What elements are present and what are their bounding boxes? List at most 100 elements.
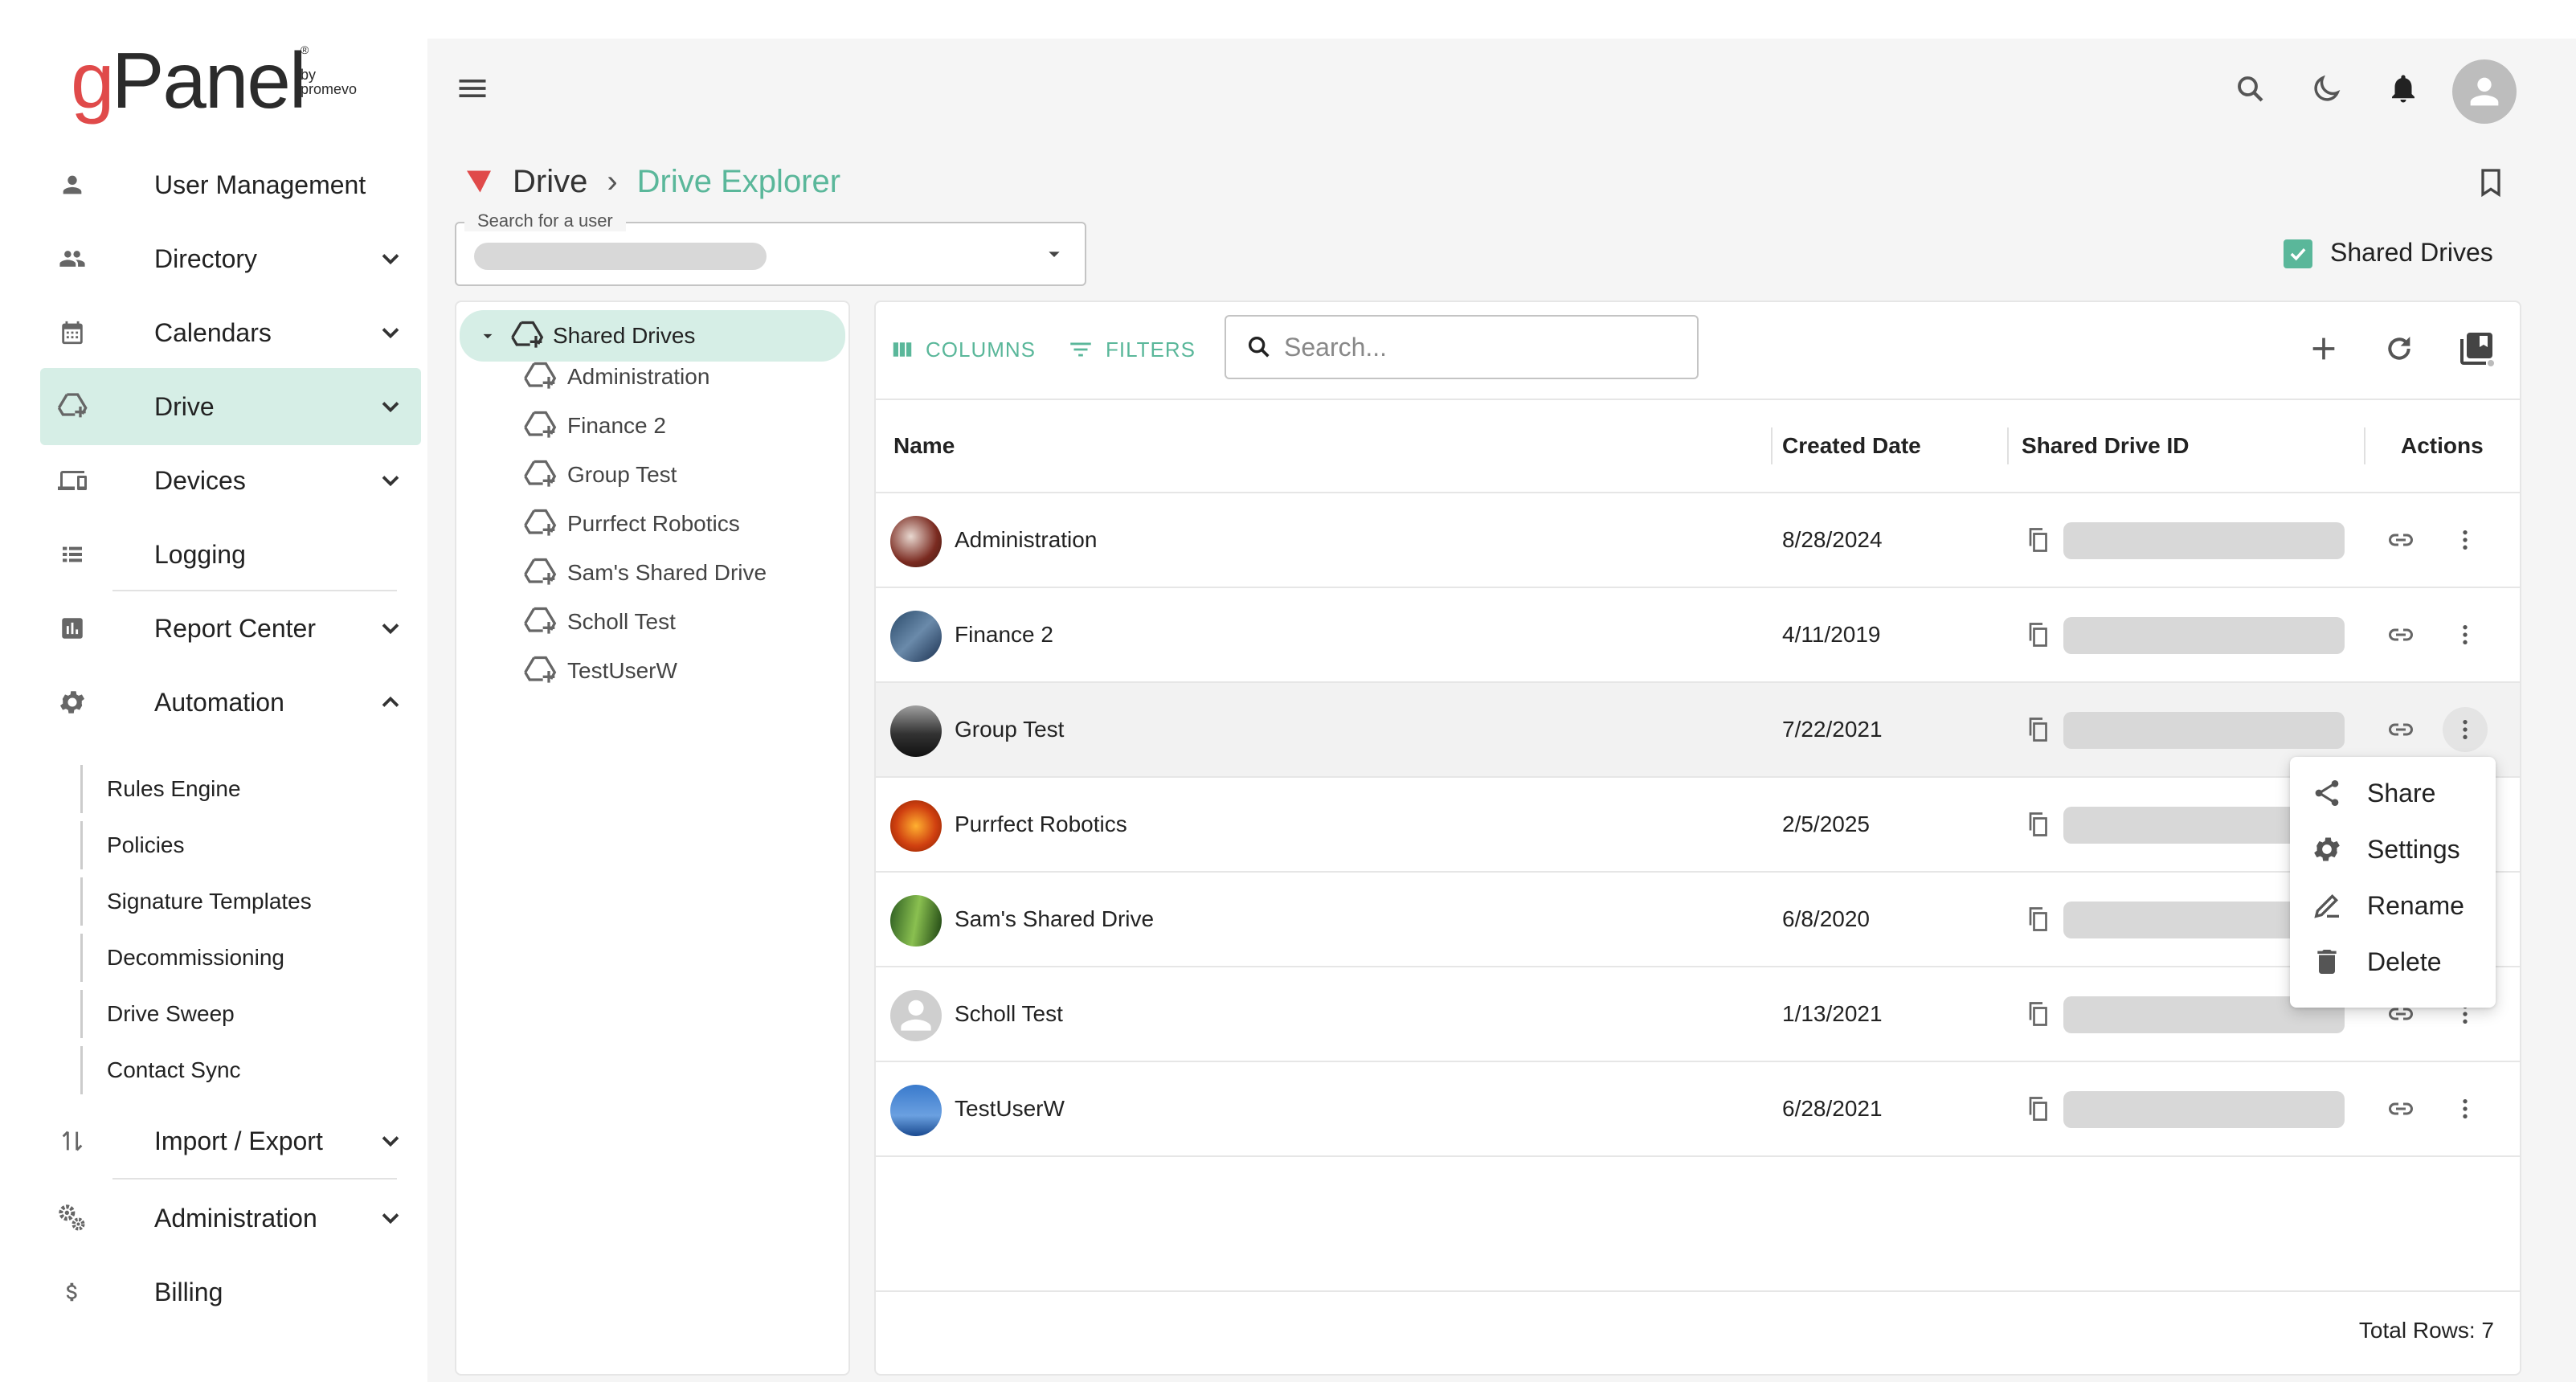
drive-avatar [890,895,942,947]
chevron-down-icon [382,254,399,265]
table-row[interactable]: Group Test 7/22/2021 [876,683,2520,778]
sidebar-item-user-management[interactable]: User Management [40,146,421,223]
column-separator [1771,427,1773,464]
row-name: Administration [955,527,1098,552]
table-row[interactable]: Finance 2 4/11/2019 [876,588,2520,683]
tree-item[interactable]: Sam's Shared Drive [522,553,767,593]
link-icon[interactable] [2386,715,2415,744]
chevron-down-icon [382,402,399,413]
table-row[interactable]: Purrfect Robotics 2/5/2025 [876,778,2520,873]
list-icon [56,538,88,570]
logo-registered: ® [301,43,309,56]
menu-item-settings[interactable]: Settings [2290,821,2496,877]
menu-item-share[interactable]: Share [2290,765,2496,821]
share-icon [2315,780,2339,806]
subitem-label: Rules Engine [107,776,241,801]
library-icon[interactable] [2457,329,2496,368]
copy-icon[interactable] [2023,525,2052,554]
sidebar-item-label: User Management [154,170,366,199]
subitem-label: Decommissioning [107,945,284,970]
link-icon[interactable] [2386,1094,2415,1123]
gpanel-logo[interactable]: g Panel ® by promevo [35,21,389,125]
column-header-name[interactable]: Name [893,400,955,492]
dropdown-arrow-icon[interactable] [1041,241,1067,267]
filter-icon [1070,342,1091,357]
refresh-icon[interactable] [2383,333,2415,365]
sidebar-item-devices[interactable]: Devices [40,442,421,519]
dark-mode-icon[interactable] [2309,72,2343,106]
shared-drives-checkbox[interactable] [2284,239,2312,268]
shared-drives-label: Shared Drives [2330,238,2493,267]
more-actions-button[interactable] [2443,517,2488,562]
more-vert-icon [2463,530,2468,550]
columns-icon [893,342,912,357]
more-vert-icon [2463,625,2468,644]
sidebar-item-automation[interactable]: Automation [40,664,421,741]
search-icon[interactable] [2234,72,2267,106]
sidebar-item-label: Report Center [154,613,316,643]
table-row[interactable]: Scholl Test 1/13/2021 [876,967,2520,1062]
copy-icon[interactable] [2023,620,2052,649]
column-header-created-date[interactable]: Created Date [1782,400,1921,492]
sidebar-item-label: Calendars [154,317,272,347]
more-actions-button[interactable] [2443,1086,2488,1131]
tree-item[interactable]: Finance 2 [522,406,666,446]
sidebar-item-calendars[interactable]: Calendars [40,294,421,371]
column-separator [2364,427,2365,464]
copy-icon[interactable] [2023,715,2052,744]
filters-button[interactable]: FILTERS [1067,331,1196,368]
copy-icon[interactable] [2023,905,2052,934]
logo-g: g [71,36,114,125]
tree-item[interactable]: Group Test [522,455,677,495]
copy-icon[interactable] [2023,1094,2052,1123]
sidebar-item-label: Drive [154,391,215,421]
table-header-row: Name Created Date Shared Drive ID Action… [876,399,2520,493]
user-avatar[interactable] [2452,59,2517,124]
sidebar-subitem-signature-templates[interactable]: Signature Templates [80,877,312,926]
table-row[interactable]: Sam's Shared Drive 6/8/2020 [876,873,2520,967]
sidebar-item-logging[interactable]: Logging [40,516,421,593]
grid-search-box[interactable] [1225,315,1699,379]
bookmark-icon[interactable] [2475,166,2507,199]
sidebar-item-import-export[interactable]: Import / Export [40,1102,421,1180]
menu-item-label: Rename [2367,890,2464,920]
sidebar-subitem-drive-sweep[interactable]: Drive Sweep [80,990,235,1038]
shared-drive-icon [524,509,557,536]
link-icon[interactable] [2386,525,2415,554]
sidebar-item-billing[interactable]: Billing [40,1253,421,1331]
column-header-shared-drive-id[interactable]: Shared Drive ID [2022,400,2190,492]
table-row[interactable]: Administration 8/28/2024 [876,493,2520,588]
user-search-value-redacted [474,243,767,270]
sidebar-subitem-decommissioning[interactable]: Decommissioning [80,934,284,982]
more-actions-button[interactable] [2443,707,2488,752]
sidebar-item-administration[interactable]: Administration [40,1180,421,1257]
copy-icon[interactable] [2023,810,2052,839]
row-created-date: 8/28/2024 [1782,527,1883,552]
tree-item[interactable]: Administration [522,357,709,397]
sidebar-item-directory[interactable]: Directory [40,220,421,297]
columns-button[interactable]: COLUMNS [890,331,1036,368]
row-name: Group Test [955,717,1065,742]
caret-down-icon[interactable] [477,325,498,346]
sidebar-subitem-contact-sync[interactable]: Contact Sync [80,1046,241,1094]
tree-item[interactable]: Purrfect Robotics [522,504,740,544]
sidebar-item-drive[interactable]: Drive [40,368,421,445]
menu-icon[interactable] [455,71,490,106]
table-row[interactable]: TestUserW 6/28/2021 [876,1062,2520,1157]
breadcrumb-drive[interactable]: Drive [513,164,587,200]
menu-item-rename[interactable]: Rename [2290,877,2496,934]
notifications-icon[interactable] [2386,71,2420,106]
sidebar-item-report-center[interactable]: Report Center [40,590,421,667]
tree-root-shared-drives[interactable]: Shared Drives [460,310,845,362]
sidebar-subitem-policies[interactable]: Policies [80,821,184,869]
more-actions-button[interactable] [2443,612,2488,657]
tree-item[interactable]: TestUserW [522,651,677,691]
link-icon[interactable] [2386,620,2415,649]
tree-item[interactable]: Scholl Test [522,602,676,642]
menu-item-delete[interactable]: Delete [2290,934,2496,990]
grid-search-input[interactable] [1284,332,1686,362]
add-icon[interactable] [2308,333,2340,365]
sidebar-subitem-rules-engine[interactable]: Rules Engine [80,765,241,813]
subitem-label: Drive Sweep [107,1001,235,1026]
copy-icon[interactable] [2023,1000,2052,1028]
